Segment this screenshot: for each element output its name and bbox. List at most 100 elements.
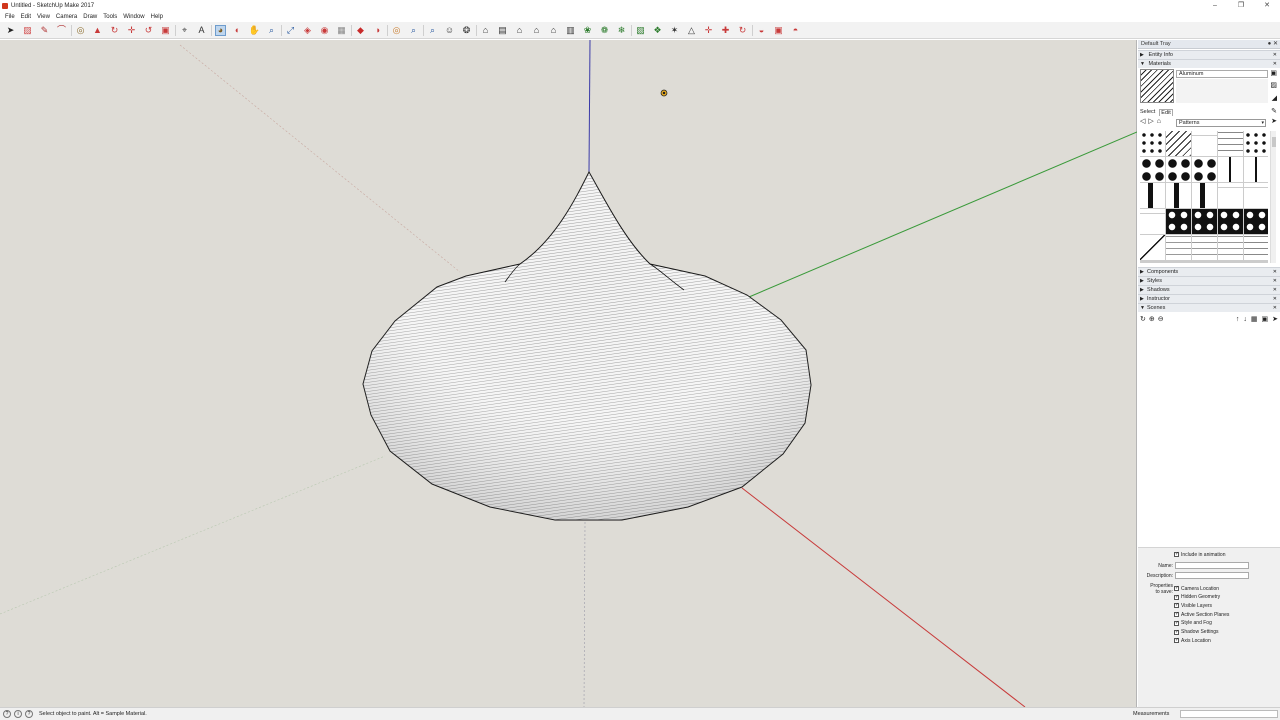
instructor-icon[interactable]: ? (25, 710, 33, 718)
close-icon[interactable]: ✕ (1273, 51, 1277, 59)
show-details-icon[interactable]: ▣ (1262, 316, 1269, 324)
add-scene-icon[interactable]: ⊕ (1149, 316, 1155, 324)
back-view-icon[interactable]: ⌂ (548, 25, 559, 36)
left-view-icon[interactable]: ▥ (565, 25, 576, 36)
menu-camera[interactable]: Camera (53, 14, 80, 20)
scale-tool-icon[interactable]: ▣ (160, 25, 171, 36)
ruby-icon[interactable]: ◆ (355, 25, 366, 36)
menu-help[interactable]: Help (148, 14, 166, 20)
property-checkbox-row[interactable]: ✓ Shadow Settings (1174, 629, 1219, 636)
shape-tool-icon[interactable]: ◎ (75, 25, 86, 36)
move-copy-icon[interactable]: ✛ (703, 25, 714, 36)
material-grid-scrollbar[interactable] (1270, 131, 1276, 263)
model-canvas[interactable] (0, 40, 1137, 707)
material-tile[interactable] (1192, 235, 1217, 260)
scene-name-input[interactable] (1175, 562, 1249, 569)
menu-tools[interactable]: Tools (100, 14, 120, 20)
checkbox-checked[interactable]: ✓ (1174, 638, 1179, 644)
material-name-field[interactable]: Aluminum (1176, 70, 1268, 78)
look-around-icon[interactable]: ◎ (391, 25, 402, 36)
material-tile[interactable] (1192, 131, 1217, 156)
previous-view-icon[interactable]: ⌕ (427, 25, 438, 36)
menu-window[interactable]: Window (120, 14, 147, 20)
material-tile[interactable] (1218, 157, 1243, 182)
material-tile[interactable] (1218, 131, 1243, 156)
material-tile[interactable] (1140, 235, 1165, 260)
zoom-extents-icon[interactable]: ⤢ (285, 25, 296, 36)
material-tile[interactable] (1218, 209, 1243, 234)
iso-view-icon[interactable]: ⌂ (480, 25, 491, 36)
send-layout-icon[interactable]: ◓ (790, 25, 801, 36)
section-styles[interactable]: ▶ Styles ✕ (1138, 276, 1280, 285)
extension-icon[interactable]: ◉ (319, 25, 330, 36)
rotate-copy-icon[interactable]: ↻ (737, 25, 748, 36)
material-tile[interactable] (1244, 131, 1268, 156)
close-icon[interactable]: ✕ (1273, 268, 1277, 276)
paint-bucket-icon[interactable]: ◕ (215, 25, 226, 36)
material-tile[interactable] (1166, 183, 1191, 208)
material-tile[interactable] (1244, 183, 1268, 208)
material-tile[interactable] (1166, 209, 1191, 234)
rotate-tool-icon[interactable]: ↺ (143, 25, 154, 36)
material-tile[interactable] (1166, 157, 1191, 182)
checkbox-checked[interactable]: ✓ (1174, 552, 1179, 557)
warehouse-icon[interactable]: ◈ (302, 25, 313, 36)
tape-measure-icon[interactable]: ⌖ (179, 25, 190, 36)
menu-edit[interactable]: Edit (18, 14, 34, 20)
include-animation-row[interactable]: ✓ Include in animation (1174, 551, 1225, 558)
material-tile[interactable] (1192, 157, 1217, 182)
sandbox-stamp-icon[interactable]: ▧ (635, 25, 646, 36)
close-icon[interactable]: ✕ (1273, 60, 1277, 68)
geo-location-icon[interactable]: ? (3, 710, 11, 718)
remove-scene-icon[interactable]: ⊖ (1158, 316, 1164, 324)
scrollbar-thumb[interactable] (1272, 137, 1276, 147)
close-icon[interactable]: ✕ (1273, 286, 1277, 294)
material-tile[interactable] (1140, 209, 1165, 234)
material-tile[interactable] (1166, 131, 1191, 156)
section-instructor[interactable]: ▶ Instructor ✕ (1138, 294, 1280, 303)
library-dropdown[interactable]: Patterns ▾ (1176, 119, 1266, 127)
material-tile[interactable] (1244, 157, 1268, 182)
material-tile[interactable] (1244, 235, 1268, 260)
scene-description-input[interactable] (1175, 572, 1249, 579)
material-tile[interactable] (1192, 183, 1217, 208)
forward-arrow-icon[interactable]: ▷ (1148, 118, 1153, 126)
measurements-input[interactable] (1180, 710, 1278, 718)
checkbox-checked[interactable]: ✓ (1174, 603, 1179, 609)
checkbox-checked[interactable]: ✓ (1174, 586, 1179, 591)
select-tool-icon[interactable]: ➤ (5, 25, 16, 36)
close-icon[interactable]: ✕ (1273, 295, 1277, 303)
sandbox-smoove-icon[interactable]: ❄ (616, 25, 627, 36)
restore-button[interactable]: ❐ (1228, 0, 1254, 11)
zoom-tool-icon[interactable]: ⌕ (266, 25, 277, 36)
right-view-icon[interactable]: ⌂ (531, 25, 542, 36)
pin-icon[interactable]: ● ✕ (1268, 40, 1278, 49)
material-tile[interactable] (1218, 183, 1243, 208)
update-scene-icon[interactable]: ↻ (1140, 316, 1146, 324)
home-icon[interactable]: ⌂ (1157, 118, 1161, 126)
property-checkbox-row[interactable]: ✓ Axis Location (1174, 637, 1211, 644)
close-button[interactable]: ✕ (1254, 0, 1280, 11)
move-copy-2-icon[interactable]: ✚ (720, 25, 731, 36)
add-detail-icon[interactable]: ✶ (669, 25, 680, 36)
section-components[interactable]: ▶ Components ✕ (1138, 267, 1280, 276)
property-checkbox-row[interactable]: ✓ Visible Layers (1174, 602, 1212, 609)
move-tool-icon[interactable]: ✛ (126, 25, 137, 36)
section-shadows[interactable]: ▶ Shadows ✕ (1138, 285, 1280, 294)
section-plane-icon[interactable]: ◑ (372, 25, 383, 36)
material-swatch[interactable] (1140, 69, 1174, 103)
modeling-viewport[interactable] (0, 40, 1137, 707)
details-arrow-icon[interactable]: ➤ (1271, 118, 1277, 126)
front-view-icon[interactable]: ⌂ (514, 25, 525, 36)
property-checkbox-row[interactable]: ✓ Camera Location (1174, 585, 1219, 592)
section-entity-info[interactable]: ▶ Entity Info ✕ (1138, 50, 1280, 59)
position-camera-icon[interactable]: ☺ (444, 25, 455, 36)
material-tile[interactable] (1166, 235, 1191, 260)
scale-extension-icon[interactable]: ▣ (773, 25, 784, 36)
top-view-icon[interactable]: ▤ (497, 25, 508, 36)
property-checkbox-row[interactable]: ✓ Style and Fog (1174, 620, 1212, 627)
section-materials[interactable]: ▼ Materials ✕ (1138, 59, 1280, 68)
components-icon[interactable]: ▦ (336, 25, 347, 36)
checkbox-checked[interactable]: ✓ (1174, 620, 1179, 626)
checkbox-checked[interactable]: ✓ (1174, 629, 1179, 635)
